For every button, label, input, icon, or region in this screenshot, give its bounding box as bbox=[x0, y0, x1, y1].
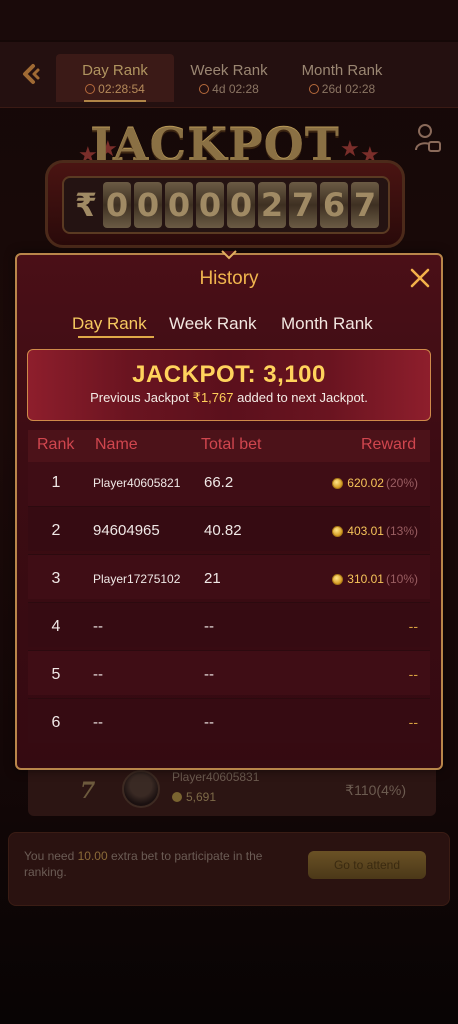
coin-icon bbox=[332, 525, 344, 537]
counter-digit: 0 bbox=[134, 182, 162, 228]
column-header-name: Name bbox=[95, 436, 138, 453]
column-header-rank: Rank bbox=[37, 436, 75, 453]
row-total-bet: -- bbox=[204, 618, 214, 635]
row-name: -- bbox=[93, 714, 103, 731]
table-row: 3 Player17275102 21 310.01 (10%) bbox=[28, 555, 430, 599]
row-name: -- bbox=[93, 666, 103, 683]
row-total-bet: -- bbox=[204, 666, 214, 683]
ranking-row-reward: ₹110(4%) bbox=[345, 782, 406, 798]
counter-digit: 0 bbox=[196, 182, 224, 228]
clock-icon bbox=[308, 84, 319, 94]
tab-countdown: 4d 02:28 bbox=[170, 82, 288, 96]
counter-digit: 7 bbox=[289, 182, 317, 228]
back-arrow-icon bbox=[23, 64, 40, 84]
status-strip bbox=[0, 0, 458, 40]
row-rank: 2 bbox=[51, 522, 61, 539]
jackpot-amount: JACKPOT: 3,100 bbox=[132, 361, 326, 388]
counter-digit: 0 bbox=[227, 182, 255, 228]
row-reward: 310.01 (10%) bbox=[332, 572, 418, 586]
tab-label: Week Rank bbox=[190, 62, 268, 79]
modal-notch-icon bbox=[221, 250, 237, 260]
ranking-row-player: Player40605831 bbox=[172, 770, 260, 784]
modal-tab-week-rank[interactable]: Week Rank bbox=[169, 314, 257, 334]
row-reward: 403.01 (13%) bbox=[332, 524, 418, 538]
column-header-total-bet: Total bet bbox=[201, 436, 262, 453]
tab-label: Day Rank bbox=[82, 62, 148, 79]
row-name: 94604965 bbox=[93, 522, 160, 539]
clock-icon bbox=[199, 84, 210, 94]
app-root: Day Rank 02:28:54 Week Rank 4d 02:28 Mon… bbox=[0, 0, 458, 1024]
tab-countdown: 02:28:54 bbox=[56, 82, 174, 96]
row-reward: -- bbox=[408, 618, 418, 634]
row-rank: 4 bbox=[51, 618, 61, 635]
clock-icon bbox=[85, 84, 96, 94]
back-button[interactable] bbox=[14, 58, 46, 90]
row-rank: 6 bbox=[51, 714, 61, 731]
tab-label: Month Rank bbox=[301, 62, 383, 79]
counter-digit: 2 bbox=[258, 182, 286, 228]
modal-tab-month-rank[interactable]: Month Rank bbox=[281, 314, 373, 334]
row-name: Player40605821 bbox=[93, 476, 181, 490]
counter-digit: 0 bbox=[165, 182, 193, 228]
modal-title: History bbox=[199, 268, 259, 289]
row-name: -- bbox=[93, 618, 103, 635]
counter-digit: 0 bbox=[103, 182, 131, 228]
table-row: 6 -- -- -- bbox=[28, 699, 430, 743]
row-total-bet: 40.82 bbox=[204, 522, 242, 539]
ranking-row-coins: 5,691 bbox=[172, 790, 216, 804]
table-row: 2 94604965 40.82 403.01 (13%) bbox=[28, 507, 430, 551]
table-row: 5 -- -- -- bbox=[28, 651, 430, 695]
column-header-reward: Reward bbox=[361, 436, 417, 453]
rupee-symbol: ₹ bbox=[74, 186, 98, 224]
tab-month-rank[interactable]: Month Rank 26d 02:28 bbox=[283, 54, 401, 102]
row-total-bet: 21 bbox=[204, 570, 221, 587]
coin-icon bbox=[172, 792, 182, 802]
notice-text: You need 10.00 extra bet to participate … bbox=[24, 849, 263, 879]
row-reward: -- bbox=[408, 714, 418, 730]
coin-icon bbox=[332, 573, 344, 585]
table-row: 4 -- -- -- bbox=[28, 603, 430, 647]
profile-button[interactable] bbox=[414, 122, 442, 154]
row-rank: 5 bbox=[51, 666, 61, 683]
row-rank: 1 bbox=[51, 474, 61, 491]
row-total-bet: -- bbox=[204, 714, 214, 731]
go-to-attend-button[interactable]: Go to attend bbox=[308, 851, 426, 879]
coin-icon bbox=[332, 477, 344, 489]
close-button[interactable] bbox=[408, 266, 432, 290]
ranking-row-rank: 7 bbox=[80, 778, 96, 804]
row-total-bet: 66.2 bbox=[204, 474, 234, 491]
counter-digit: 7 bbox=[351, 182, 379, 228]
active-tab-indicator bbox=[78, 336, 154, 338]
counter-digit: 6 bbox=[320, 182, 348, 228]
jackpot-note: Previous Jackpot ₹1,767 added to next Ja… bbox=[90, 390, 368, 405]
tab-week-rank[interactable]: Week Rank 4d 02:28 bbox=[170, 54, 288, 102]
close-icon bbox=[410, 268, 430, 288]
row-reward: -- bbox=[408, 666, 418, 682]
modal-tab-day-rank[interactable]: Day Rank bbox=[72, 314, 147, 334]
row-name: Player17275102 bbox=[93, 572, 181, 586]
avatar bbox=[122, 770, 160, 808]
table-row: 1 Player40605821 66.2 620.02 (20%) bbox=[28, 462, 430, 506]
row-rank: 3 bbox=[51, 570, 61, 587]
jackpot-counter: ₹ 0 0 0 0 0 2 7 6 7 bbox=[62, 176, 390, 234]
row-reward: 620.02 (20%) bbox=[332, 476, 418, 490]
tab-countdown: 26d 02:28 bbox=[283, 82, 401, 96]
user-card-icon bbox=[415, 124, 441, 152]
tab-day-rank[interactable]: Day Rank 02:28:54 bbox=[56, 54, 174, 102]
